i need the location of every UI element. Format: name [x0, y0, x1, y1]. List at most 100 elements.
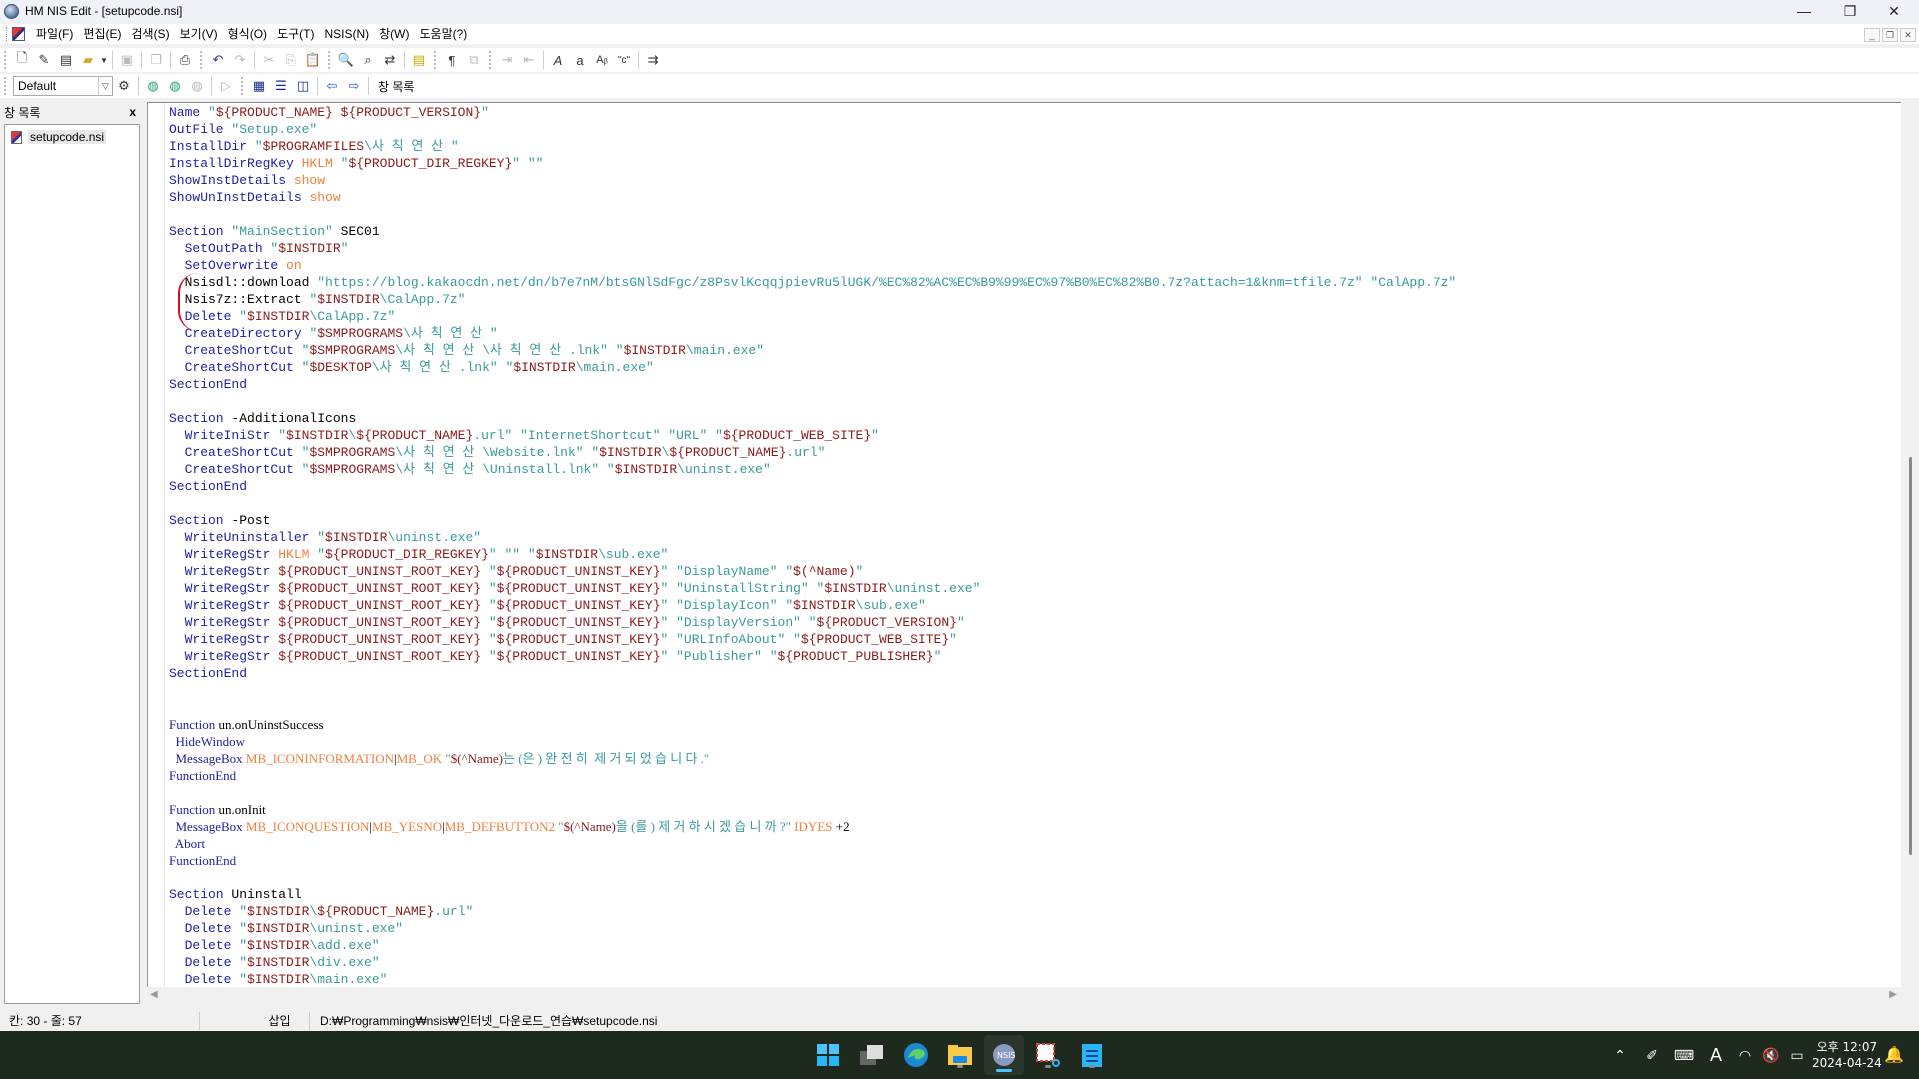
- task-view-button[interactable]: [856, 1039, 888, 1071]
- snipping-tool-button[interactable]: [1032, 1039, 1064, 1071]
- wizard-icon[interactable]: ✎: [33, 49, 55, 71]
- battery-icon[interactable]: ▭: [1784, 1047, 1810, 1064]
- code-line[interactable]: MessageBox MB_ICONQUESTION|MB_YESNO|MB_D…: [169, 818, 1456, 835]
- code-line[interactable]: [169, 495, 1456, 512]
- code-line[interactable]: Delete "$INSTDIR\CalApp.7z": [169, 308, 1456, 325]
- new-file-icon[interactable]: 🗋: [11, 49, 33, 71]
- speaker-muted-icon[interactable]: 🔇: [1758, 1047, 1784, 1064]
- code-line[interactable]: [169, 784, 1456, 801]
- start-button[interactable]: [812, 1039, 844, 1071]
- code-line[interactable]: Delete "$INSTDIR\add.exe": [169, 937, 1456, 954]
- horizontal-scrollbar[interactable]: ◀ ▶: [147, 987, 1919, 1003]
- open-dropdown-icon[interactable]: ▼: [99, 49, 109, 71]
- tile-vertical-icon[interactable]: ◫: [292, 75, 314, 97]
- window-list-button[interactable]: 창 목록: [372, 78, 420, 95]
- clock[interactable]: 오후 12:07 2024-04-24: [1812, 1039, 1882, 1071]
- document-icon[interactable]: [12, 27, 25, 41]
- menu-search[interactable]: 검색(S): [126, 24, 174, 44]
- code-line[interactable]: WriteRegStr ${PRODUCT_UNINST_ROOT_KEY} "…: [169, 648, 1456, 665]
- panel-close-icon[interactable]: x: [129, 105, 136, 119]
- open-folder-icon[interactable]: ▰: [77, 49, 99, 71]
- code-line[interactable]: WriteRegStr ${PRODUCT_UNINST_ROOT_KEY} "…: [169, 614, 1456, 631]
- find-next-icon[interactable]: ⌕: [357, 49, 379, 71]
- copy-icon[interactable]: ⎘: [280, 49, 302, 71]
- vertical-scroll-thumb[interactable]: [1909, 457, 1912, 855]
- menu-tools[interactable]: 도구(T): [272, 24, 319, 44]
- save-all-icon[interactable]: ❐: [145, 49, 167, 71]
- code-line[interactable]: Name "${PRODUCT_NAME} ${PRODUCT_VERSION}…: [169, 104, 1456, 121]
- code-line[interactable]: WriteRegStr ${PRODUCT_UNINST_ROOT_KEY} "…: [169, 563, 1456, 580]
- code-line[interactable]: Nsis7z::Extract "$INSTDIR\CalApp.7z": [169, 291, 1456, 308]
- code-line[interactable]: [169, 206, 1456, 223]
- next-window-icon[interactable]: ⇨: [343, 75, 365, 97]
- code-line[interactable]: Section Uninstall: [169, 886, 1456, 903]
- code-line[interactable]: InstallDirRegKey HKLM "${PRODUCT_DIR_REG…: [169, 155, 1456, 172]
- code-line[interactable]: MessageBox MB_ICONINFORMATION|MB_OK "$(^…: [169, 750, 1456, 767]
- menu-help[interactable]: 도움말(?): [415, 24, 473, 44]
- minimize-button[interactable]: —: [1782, 0, 1826, 22]
- run-installer-icon[interactable]: ▷: [215, 75, 237, 97]
- menu-window[interactable]: 창(W): [374, 24, 414, 44]
- menu-edit[interactable]: 편집(E): [78, 24, 126, 44]
- code-line[interactable]: Section "MainSection" SEC01: [169, 223, 1456, 240]
- code-line[interactable]: Delete "$INSTDIR\uninst.exe": [169, 920, 1456, 937]
- maximize-button[interactable]: ❐: [1828, 0, 1872, 22]
- code-line[interactable]: HideWindow: [169, 733, 1456, 750]
- outdent-icon[interactable]: ⇤: [518, 49, 540, 71]
- redo-icon[interactable]: ↷: [229, 49, 251, 71]
- code-line[interactable]: [169, 869, 1456, 886]
- code-line[interactable]: WriteIniStr "$INSTDIR\${PRODUCT_NAME}.ur…: [169, 427, 1456, 444]
- lowercase-icon[interactable]: a: [569, 49, 591, 71]
- ime-icon[interactable]: A: [1700, 1045, 1732, 1066]
- code-line[interactable]: FunctionEnd: [169, 767, 1456, 784]
- indent-icon[interactable]: ⇥: [496, 49, 518, 71]
- code-line[interactable]: CreateShortCut "$DESKTOP\사 칙 연 산 .lnk" "…: [169, 359, 1456, 376]
- code-line[interactable]: [169, 393, 1456, 410]
- scroll-left-icon[interactable]: ◀: [150, 989, 158, 1000]
- profile-select[interactable]: Default ▽: [13, 76, 113, 96]
- mdi-close-button[interactable]: ✕: [1900, 28, 1916, 42]
- vertical-scrollbar[interactable]: [1902, 102, 1919, 987]
- code-line[interactable]: WriteUninstaller "$INSTDIR\uninst.exe": [169, 529, 1456, 546]
- show-whitespace-icon[interactable]: ¶: [441, 49, 463, 71]
- scroll-right-icon[interactable]: ▶: [1889, 989, 1897, 1000]
- code-line[interactable]: CreateShortCut "$SMPROGRAMS\사 칙 연 산 \Uni…: [169, 461, 1456, 478]
- chevron-down-icon[interactable]: ▽: [98, 77, 112, 95]
- save-icon[interactable]: ▣: [116, 49, 138, 71]
- mdi-restore-button[interactable]: ❐: [1882, 28, 1898, 42]
- file-explorer-button[interactable]: [944, 1039, 976, 1071]
- code-line[interactable]: WriteRegStr ${PRODUCT_UNINST_ROOT_KEY} "…: [169, 631, 1456, 648]
- code-line[interactable]: Delete "$INSTDIR\${PRODUCT_NAME}.url": [169, 903, 1456, 920]
- code-line[interactable]: Section -AdditionalIcons: [169, 410, 1456, 427]
- window-list-item[interactable]: setupcode.nsi: [11, 128, 139, 146]
- code-line[interactable]: Section -Post: [169, 512, 1456, 529]
- compile-settings-icon[interactable]: ⚙: [113, 75, 135, 97]
- insert-file-icon[interactable]: ⇉: [642, 49, 664, 71]
- paste-icon[interactable]: 📋: [302, 49, 324, 71]
- code-line[interactable]: SectionEnd: [169, 478, 1456, 495]
- pen-icon[interactable]: ✐: [1636, 1047, 1668, 1064]
- goto-line-icon[interactable]: ▤: [408, 49, 430, 71]
- code-line[interactable]: WriteRegStr HKLM "${PRODUCT_DIR_REGKEY}"…: [169, 546, 1456, 563]
- code-line[interactable]: ShowUnInstDetails show: [169, 189, 1456, 206]
- code-line[interactable]: Function un.onInit: [169, 801, 1456, 818]
- code-line[interactable]: SectionEnd: [169, 376, 1456, 393]
- chevron-up-icon[interactable]: ⌃: [1604, 1047, 1636, 1064]
- notepad-button[interactable]: [1076, 1039, 1108, 1071]
- code-line[interactable]: Nsisdl::download "https://blog.kakaocdn.…: [169, 274, 1457, 291]
- code-line[interactable]: Function un.onUninstSuccess: [169, 716, 1456, 733]
- quote-icon[interactable]: "c": [613, 49, 635, 71]
- code-line[interactable]: Delete "$INSTDIR\main.exe": [169, 971, 1456, 987]
- code-line[interactable]: [169, 682, 1456, 699]
- code-line[interactable]: SetOutPath "$INSTDIR": [169, 240, 1456, 257]
- code-line[interactable]: SetOverwrite on: [169, 257, 1456, 274]
- code-line[interactable]: SectionEnd: [169, 665, 1456, 682]
- code-line[interactable]: CreateShortCut "$SMPROGRAMS\사 칙 연 산 \사 칙…: [169, 342, 1456, 359]
- menu-file[interactable]: 파일(F): [31, 24, 78, 44]
- stop-compile-icon[interactable]: ◍: [186, 75, 208, 97]
- code-line[interactable]: FunctionEnd: [169, 852, 1456, 869]
- new-template-icon[interactable]: ▤: [55, 49, 77, 71]
- code-line[interactable]: ShowInstDetails show: [169, 172, 1456, 189]
- code-content[interactable]: Name "${PRODUCT_NAME} ${PRODUCT_VERSION}…: [169, 104, 1456, 987]
- compile-icon[interactable]: ◍: [142, 75, 164, 97]
